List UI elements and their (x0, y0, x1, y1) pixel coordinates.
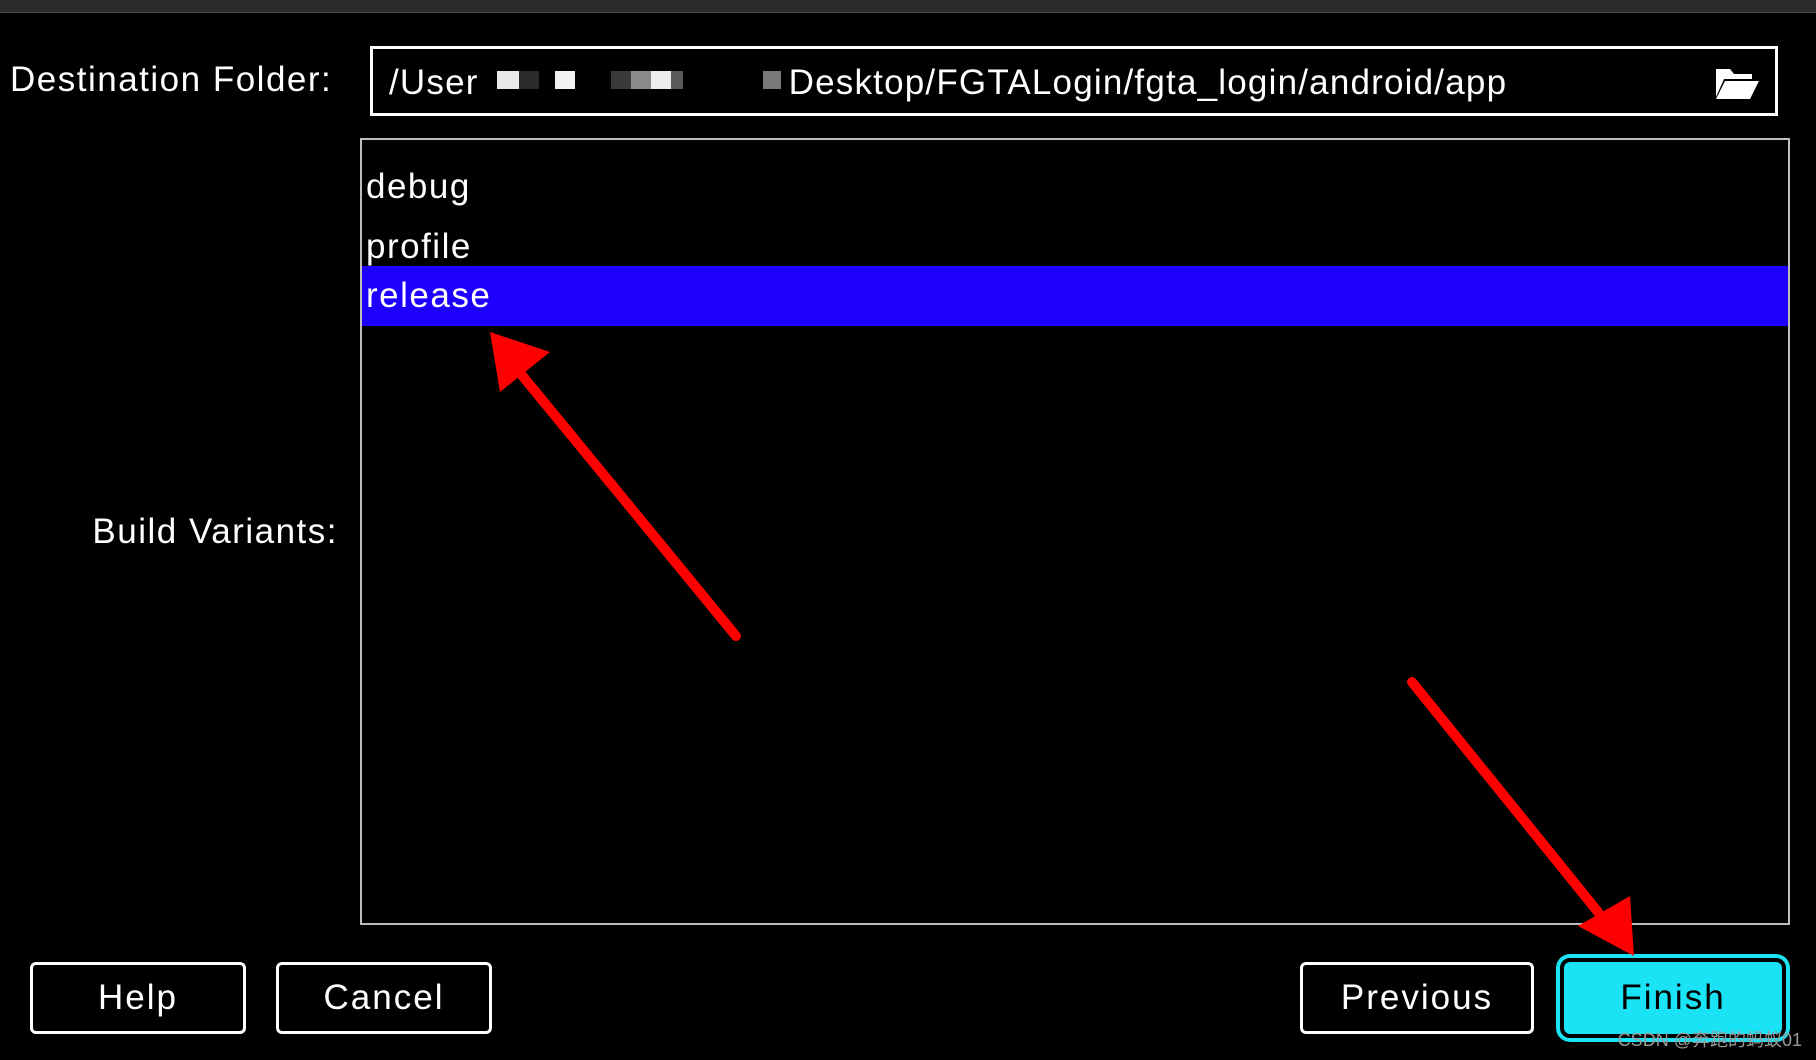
window-top-strip (0, 0, 1816, 13)
generate-signed-bundle-dialog: Destination Folder: /User Desktop/FGTALog… (0, 0, 1816, 1060)
help-button[interactable]: Help (30, 962, 246, 1034)
redacted-path-segment (485, 57, 785, 101)
destination-path-suffix: Desktop/FGTALogin/fgta_login/android/app (788, 63, 1508, 102)
folder-open-icon[interactable] (1713, 63, 1761, 103)
destination-path-prefix: /User (389, 63, 479, 102)
cancel-button[interactable]: Cancel (276, 962, 492, 1034)
build-variants-label: Build Variants: (92, 512, 338, 551)
destination-folder-label: Destination Folder: (10, 60, 333, 99)
watermark: CSDN @奔跑的蚂蚁01 (1617, 1030, 1802, 1050)
build-variants-list[interactable]: debug profile release (360, 138, 1790, 925)
list-item-debug[interactable]: debug (362, 157, 1788, 217)
destination-folder-field[interactable]: /User Desktop/FGTALogin/fgta_login/androi… (370, 46, 1778, 116)
previous-button[interactable]: Previous (1300, 962, 1534, 1034)
list-item-release[interactable]: release (362, 266, 1788, 326)
